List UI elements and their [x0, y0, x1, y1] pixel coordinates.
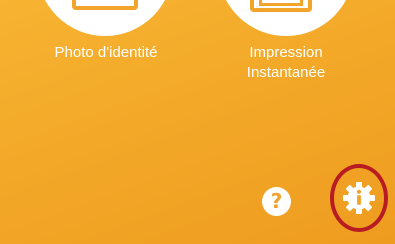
id-photo-label[interactable]: Photo d'identité — [26, 43, 186, 63]
id-photo-icon — [72, 0, 138, 10]
help-button[interactable]: ? — [262, 187, 291, 216]
help-icon: ? — [270, 189, 283, 213]
instant-print-label-line1: Impression — [249, 44, 323, 61]
instant-print-label-line2: Instantanée — [246, 64, 326, 81]
app-screen: Photo d'identité Impression Instantanée … — [0, 0, 395, 244]
instant-print-label[interactable]: Impression Instantanée — [200, 43, 372, 83]
info-gear-icon[interactable] — [343, 182, 375, 214]
printer-tray-icon — [259, 0, 303, 6]
